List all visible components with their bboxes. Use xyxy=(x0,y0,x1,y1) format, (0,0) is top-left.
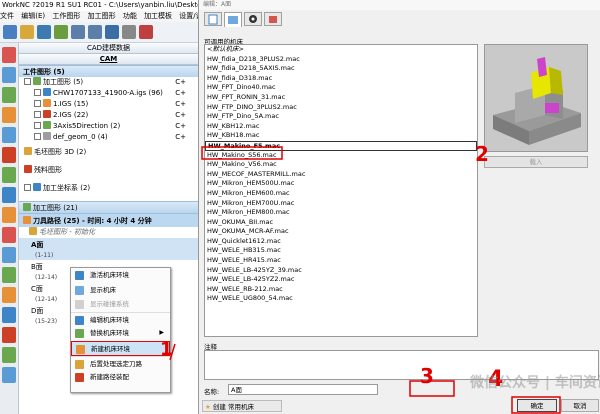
annotation-marks xyxy=(169,146,561,414)
watermark: 微信公众号 | 车间资讯 xyxy=(470,375,600,391)
